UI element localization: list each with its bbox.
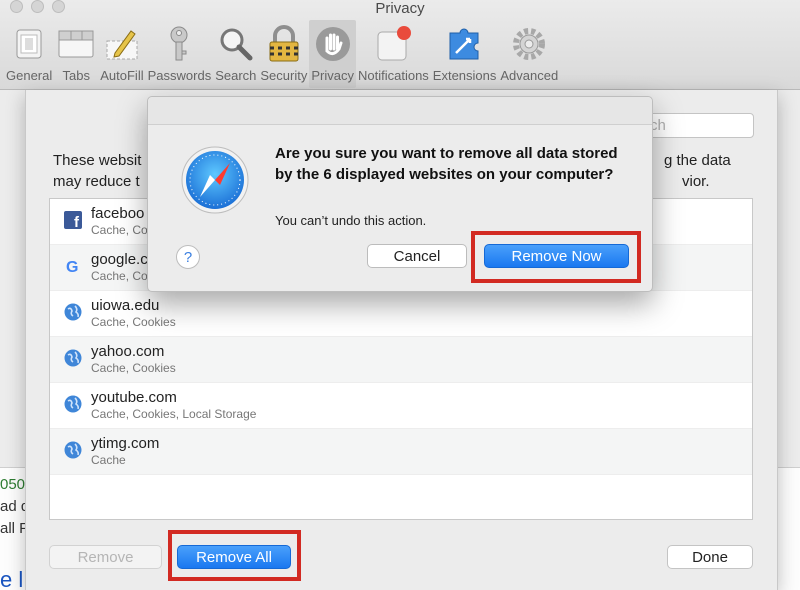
tab-security[interactable]: Security <box>258 20 309 88</box>
tab-search[interactable]: Search <box>213 20 258 88</box>
description-text: g the data <box>664 152 731 169</box>
list-item[interactable]: youtube.com Cache, Cookies, Local Storag… <box>50 383 752 429</box>
site-name: yahoo.com <box>91 343 165 360</box>
tab-passwords[interactable]: Passwords <box>146 20 214 88</box>
tab-label: Passwords <box>147 68 212 83</box>
site-name: google.c <box>91 251 148 268</box>
gear-icon <box>509 24 549 64</box>
magnifier-icon <box>216 24 256 64</box>
tab-label: Advanced <box>500 68 559 83</box>
tab-privacy[interactable]: Privacy <box>309 20 356 88</box>
search-input[interactable]: rch <box>638 113 754 138</box>
globe-icon <box>64 303 82 321</box>
safari-compass-icon <box>181 146 249 214</box>
puzzle-icon <box>445 24 485 64</box>
dialog-subtitle: You can’t undo this action. <box>275 213 427 228</box>
site-name: ytimg.com <box>91 435 160 452</box>
list-item[interactable]: uiowa.edu Cache, Cookies <box>50 291 752 337</box>
tab-label: Notifications <box>357 68 429 83</box>
google-icon: G <box>66 259 78 275</box>
tab-label: Security <box>260 68 308 83</box>
background-link[interactable]: e l <box>0 567 23 590</box>
background-text: 050 <box>0 476 26 493</box>
facebook-icon: f <box>64 211 82 229</box>
tab-label: Search <box>215 68 257 83</box>
done-button[interactable]: Done <box>667 545 753 569</box>
site-name: youtube.com <box>91 389 177 406</box>
tab-advanced[interactable]: Advanced <box>498 20 560 88</box>
site-details: Cache <box>91 453 126 467</box>
tab-tabs[interactable]: Tabs <box>54 20 98 88</box>
tabs-icon <box>56 24 96 64</box>
hand-icon <box>313 24 353 64</box>
description-text: These websit <box>53 152 142 169</box>
site-details: Cache, Co <box>91 269 148 283</box>
help-button[interactable]: ? <box>176 245 200 269</box>
description-text: vior. <box>682 173 710 190</box>
site-name: uiowa.edu <box>91 297 160 314</box>
tab-label: General <box>6 68 53 83</box>
close-button[interactable] <box>10 0 23 13</box>
globe-icon <box>64 441 82 459</box>
globe-icon <box>64 349 82 367</box>
site-details: Cache, Co <box>91 223 148 237</box>
site-details: Cache, Cookies, Local Storage <box>91 407 257 421</box>
lock-icon <box>264 24 304 64</box>
titlebar: Privacy General Tabs AutoFill Passwords … <box>0 0 800 90</box>
site-details: Cache, Cookies <box>91 315 176 329</box>
highlight-box <box>168 530 301 581</box>
tab-general[interactable]: General <box>4 20 54 88</box>
key-icon <box>159 24 199 64</box>
globe-icon <box>64 395 82 413</box>
minimize-button[interactable] <box>31 0 44 13</box>
tab-autofill[interactable]: AutoFill <box>98 20 145 88</box>
tab-label: AutoFill <box>100 68 144 83</box>
highlight-box <box>471 231 641 283</box>
general-icon <box>9 24 49 64</box>
tab-notifications[interactable]: Notifications <box>356 20 431 88</box>
cancel-button[interactable]: Cancel <box>367 244 467 268</box>
remove-button[interactable]: Remove <box>49 545 162 569</box>
dialog-header <box>148 97 652 125</box>
tab-label: Extensions <box>432 68 497 83</box>
tab-label: Tabs <box>62 68 90 83</box>
description-text: may reduce t <box>53 173 140 190</box>
list-item[interactable]: yahoo.com Cache, Cookies <box>50 337 752 383</box>
zoom-button[interactable] <box>52 0 65 13</box>
confirmation-dialog: Are you sure you want to remove all data… <box>147 96 653 292</box>
site-name: faceboo <box>91 205 145 222</box>
window-title: Privacy <box>375 0 425 17</box>
site-details: Cache, Cookies <box>91 361 176 375</box>
preferences-toolbar: General Tabs AutoFill Passwords Search S… <box>4 20 560 88</box>
tab-label: Privacy <box>311 68 354 83</box>
notifications-icon <box>373 24 413 64</box>
tab-extensions[interactable]: Extensions <box>431 20 499 88</box>
dialog-title: Are you sure you want to remove all data… <box>275 145 618 183</box>
svg-text:G: G <box>66 259 78 275</box>
window-controls <box>10 0 65 13</box>
list-item[interactable]: ytimg.com Cache <box>50 429 752 475</box>
autofill-icon <box>102 24 142 64</box>
